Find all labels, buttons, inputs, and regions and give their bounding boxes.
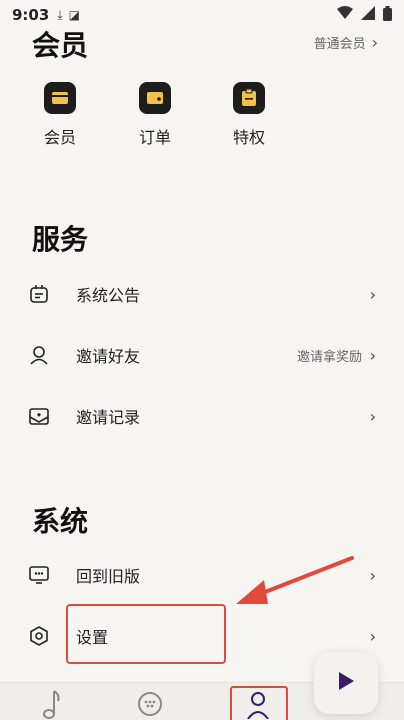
chevron-right-icon: › xyxy=(369,626,376,646)
service-row-invite-friend[interactable]: 邀请好友 邀请拿奖励 › xyxy=(26,335,380,375)
invite-reward-hint: 邀请拿奖励 xyxy=(296,349,362,365)
settings-icon xyxy=(26,623,52,649)
download-icon: ⤓ xyxy=(57,7,63,22)
member-section-title: 会员 xyxy=(32,29,89,62)
quick-item-label: 订单 xyxy=(138,128,171,147)
member-level-link[interactable]: 普通会员 › xyxy=(314,33,378,52)
battery-icon xyxy=(383,5,392,25)
chevron-right-icon: › xyxy=(369,284,376,304)
chevron-right-icon: › xyxy=(369,406,376,426)
play-button[interactable] xyxy=(314,652,378,714)
play-icon xyxy=(337,671,355,695)
monitor-icon xyxy=(26,562,52,588)
music-note-icon xyxy=(40,689,64,720)
annotation-arrow-icon xyxy=(236,556,354,604)
services-section-title: 服务 xyxy=(32,223,89,256)
quick-item-orders[interactable]: 订单 xyxy=(125,82,185,148)
wifi-icon xyxy=(337,6,353,24)
settings-highlight-box xyxy=(66,604,226,664)
signal-icon xyxy=(361,6,375,24)
order-wallet-icon xyxy=(139,82,171,114)
member-level-label: 普通会员 xyxy=(313,37,366,52)
quick-item-label: 特权 xyxy=(232,128,265,147)
tab-music[interactable] xyxy=(34,689,70,720)
service-row-announcement[interactable]: 系统公告 › xyxy=(26,274,380,314)
status-right xyxy=(337,5,392,25)
privilege-clipboard-icon xyxy=(233,82,265,114)
invite-record-icon xyxy=(26,403,52,429)
system-section-title: 系统 xyxy=(32,505,89,538)
profile-tab-highlight-box xyxy=(230,686,288,720)
chevron-right-icon: › xyxy=(371,33,378,52)
wallet-icon xyxy=(44,82,76,114)
quick-item-member[interactable]: 会员 xyxy=(30,82,90,148)
service-row-invite-record[interactable]: 邀请记录 › xyxy=(26,396,380,436)
quick-item-label: 会员 xyxy=(43,128,76,147)
status-time: 9:03 xyxy=(12,6,50,24)
discover-icon xyxy=(137,689,163,720)
tab-discover[interactable] xyxy=(132,689,168,720)
row-label: 回到旧版 xyxy=(76,567,141,586)
chevron-right-icon: › xyxy=(369,345,376,365)
app-icon: ◪ xyxy=(68,8,80,22)
announcement-icon xyxy=(26,281,52,307)
quick-item-privilege[interactable]: 特权 xyxy=(219,82,279,148)
chevron-right-icon: › xyxy=(369,565,376,585)
row-label: 邀请好友 xyxy=(76,347,141,366)
row-label: 系统公告 xyxy=(76,286,141,305)
invite-friend-icon xyxy=(26,342,52,368)
row-label: 邀请记录 xyxy=(76,408,141,427)
